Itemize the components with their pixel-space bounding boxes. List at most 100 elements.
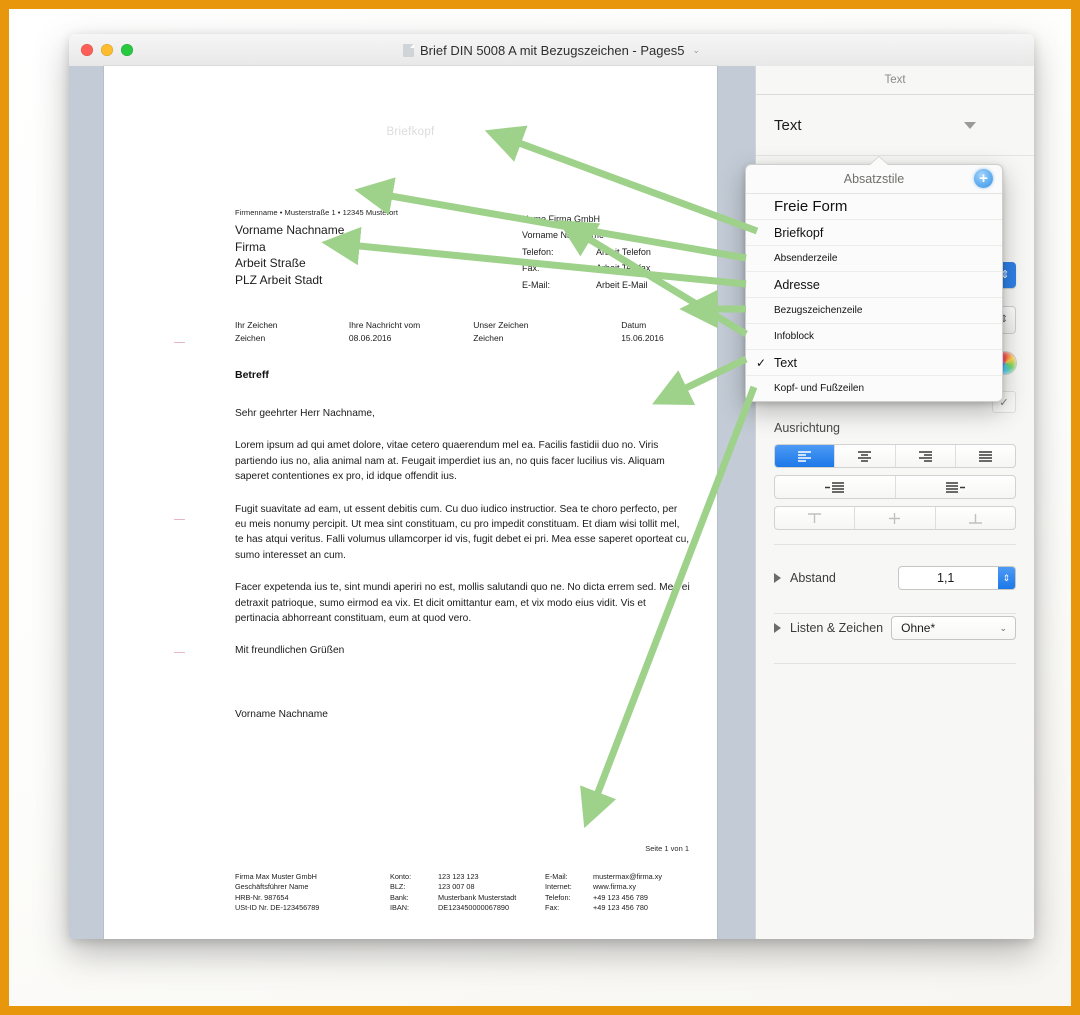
- align-justify-button[interactable]: [956, 445, 1015, 467]
- footer-value: mustermax@firma.xy: [593, 872, 663, 881]
- window-title: Brief DIN 5008 A mit Bezugszeichen - Pag…: [419, 42, 685, 58]
- chevron-down-icon: ⌄: [999, 622, 1007, 633]
- page-number: Seite 1 von 1: [645, 844, 689, 853]
- spacing-stepper[interactable]: ⇕: [998, 567, 1015, 589]
- info-company: Name Firma GmbH: [522, 214, 601, 224]
- reference-title: Ihr Zeichen: [235, 320, 278, 330]
- popup-title: Absatzstile: [843, 172, 905, 186]
- menu-item-absenderzeile[interactable]: Absenderzeile: [746, 246, 1002, 272]
- align-center-button[interactable]: [835, 445, 896, 467]
- footer-row: BLZ: 123 007 08: [390, 882, 545, 892]
- footer-value: 123 007 08: [438, 882, 475, 892]
- menu-item-freie-form[interactable]: Freie Form: [746, 194, 1002, 220]
- disclosure-triangle-icon[interactable]: [774, 623, 781, 633]
- footer-label: BLZ:: [390, 882, 406, 892]
- lists-value: Ohne*: [901, 621, 936, 635]
- lists-section: Listen & Zeichen Ohne* ⌄: [756, 616, 1034, 640]
- align-left-icon: [798, 451, 812, 462]
- indent-button[interactable]: [896, 476, 1016, 498]
- reference-values: Zeichen 08.06.2016 Zeichen 15.06.2016: [235, 332, 700, 345]
- address-line: PLZ Arbeit Stadt: [235, 272, 323, 287]
- footer-value: +49 123 456 789: [593, 892, 648, 902]
- canvas-gutter-left: [69, 66, 104, 939]
- footer-line: HRB-Nr. 987654: [235, 892, 289, 902]
- footer-label: Telefon:: [545, 892, 571, 902]
- footer-label: E-Mail:: [545, 872, 568, 881]
- spacing-value: 1,1: [937, 571, 955, 585]
- divider: [774, 663, 1016, 664]
- popup-arrow: [869, 157, 889, 166]
- align-left-button[interactable]: [775, 445, 836, 467]
- info-row: Fax: Arbeit Telefax: [522, 260, 651, 276]
- menu-item-text[interactable]: ✓ Text: [746, 350, 1002, 376]
- info-line: Vorname Nachname: [522, 227, 651, 243]
- align-bottom-icon: [968, 514, 982, 524]
- reference-title: Unser Zeichen: [473, 320, 529, 330]
- reference-titles: Ihr Zeichen Ihre Nachricht vom Unser Zei…: [235, 319, 700, 332]
- menu-item-bezugszeichenzeile[interactable]: Bezugszeichenzeile: [746, 298, 1002, 324]
- reference-title: Datum: [621, 320, 647, 330]
- address-line: Arbeit Straße: [235, 256, 306, 270]
- menu-item-label: Kopf- und Fußzeilen: [774, 383, 865, 394]
- align-top-button[interactable]: [775, 507, 856, 529]
- body-text[interactable]: Sehr geehrter Herr Nachname, Lorem ipsum…: [235, 406, 690, 676]
- fold-mark: [174, 342, 185, 343]
- menu-item-adresse[interactable]: Adresse: [746, 272, 1002, 298]
- info-value: Arbeit Telefon: [596, 246, 651, 257]
- footer-row: Internet: www.firma.xy: [545, 882, 700, 892]
- menu-item-label: Bezugszeichenzeile: [774, 305, 863, 316]
- footer-column-bank: Konto: 123 123 123 BLZ: 123 007 08 Bank:…: [390, 872, 545, 914]
- fold-mark: [174, 519, 185, 520]
- footer-label: IBAN:: [390, 903, 410, 913]
- align-right-button[interactable]: [896, 445, 956, 467]
- menu-item-briefkopf[interactable]: Briefkopf: [746, 220, 1002, 246]
- footer-value: DE123450000067890: [438, 903, 510, 913]
- inspector-header: Text: [756, 66, 1034, 95]
- outdent-button[interactable]: [775, 476, 896, 498]
- chevron-down-icon[interactable]: ⌄: [692, 45, 700, 56]
- info-block: Name Firma GmbH Vorname Nachname Telefon…: [522, 211, 651, 293]
- info-value: Arbeit E-Mail: [596, 279, 648, 290]
- info-line: Name Firma GmbH: [522, 211, 651, 227]
- closing-line: Mit freundlichen Grüßen: [235, 645, 345, 657]
- reference-value: 08.06.2016: [348, 332, 392, 343]
- align-middle-button[interactable]: [855, 507, 936, 529]
- spacing-input[interactable]: 1,1 ⇕: [898, 566, 1016, 590]
- reference-value: Zeichen: [473, 332, 504, 343]
- align-right-icon: [918, 451, 932, 462]
- disclosure-triangle-icon[interactable]: [774, 573, 781, 583]
- document-canvas[interactable]: Briefkopf Firmenname • Musterstraße 1 • …: [104, 66, 717, 939]
- footer-label: Bank:: [390, 892, 409, 902]
- add-style-button[interactable]: +: [974, 169, 993, 188]
- indent-button-group: [774, 475, 1016, 499]
- address-line: Firma: [235, 239, 266, 254]
- alignment-section: Ausrichtung: [756, 421, 1034, 545]
- footer-line: Geschäftsführer Name: [235, 882, 309, 892]
- paragraph-style-popup-button[interactable]: Text: [756, 95, 1034, 156]
- spacing-section: Abstand 1,1 ⇕: [756, 566, 1034, 590]
- info-row: E-Mail: Arbeit E-Mail: [522, 277, 651, 293]
- footer-value: Musterbank Musterstadt: [438, 892, 517, 902]
- align-center-icon: [858, 451, 872, 462]
- align-middle-icon: [889, 513, 901, 524]
- footer-column-contact: E-Mail: mustermax@firma.xy Internet: www…: [545, 872, 700, 914]
- info-row: Telefon: Arbeit Telefon: [522, 244, 651, 260]
- checkmark-icon: ✓: [756, 355, 767, 370]
- alignment-title: Ausrichtung: [774, 421, 841, 435]
- footer-row: Fax: +49 123 456 780: [545, 903, 700, 913]
- align-top-icon: [808, 513, 822, 523]
- menu-item-infoblock[interactable]: Infoblock: [746, 324, 1002, 350]
- lists-select[interactable]: Ohne* ⌄: [891, 616, 1016, 640]
- paragraph-style-value: Text: [774, 116, 802, 134]
- align-bottom-button[interactable]: [936, 507, 1015, 529]
- menu-item-label: Freie Form: [774, 198, 848, 215]
- fold-mark: [174, 652, 185, 653]
- footer-line: USt-ID Nr. DE-123456789: [235, 903, 320, 913]
- subject-line: Betreff: [235, 369, 269, 381]
- info-label: Telefon:: [522, 246, 554, 257]
- menu-item-kopf-und-fusszeilen[interactable]: Kopf- und Fußzeilen: [746, 376, 1002, 401]
- document-page[interactable]: Briefkopf Firmenname • Musterstraße 1 • …: [104, 66, 717, 928]
- lists-label: Listen & Zeichen: [790, 621, 884, 635]
- footer-line: Firma Max Muster GmbH: [235, 872, 317, 881]
- indent-icon: [946, 482, 966, 493]
